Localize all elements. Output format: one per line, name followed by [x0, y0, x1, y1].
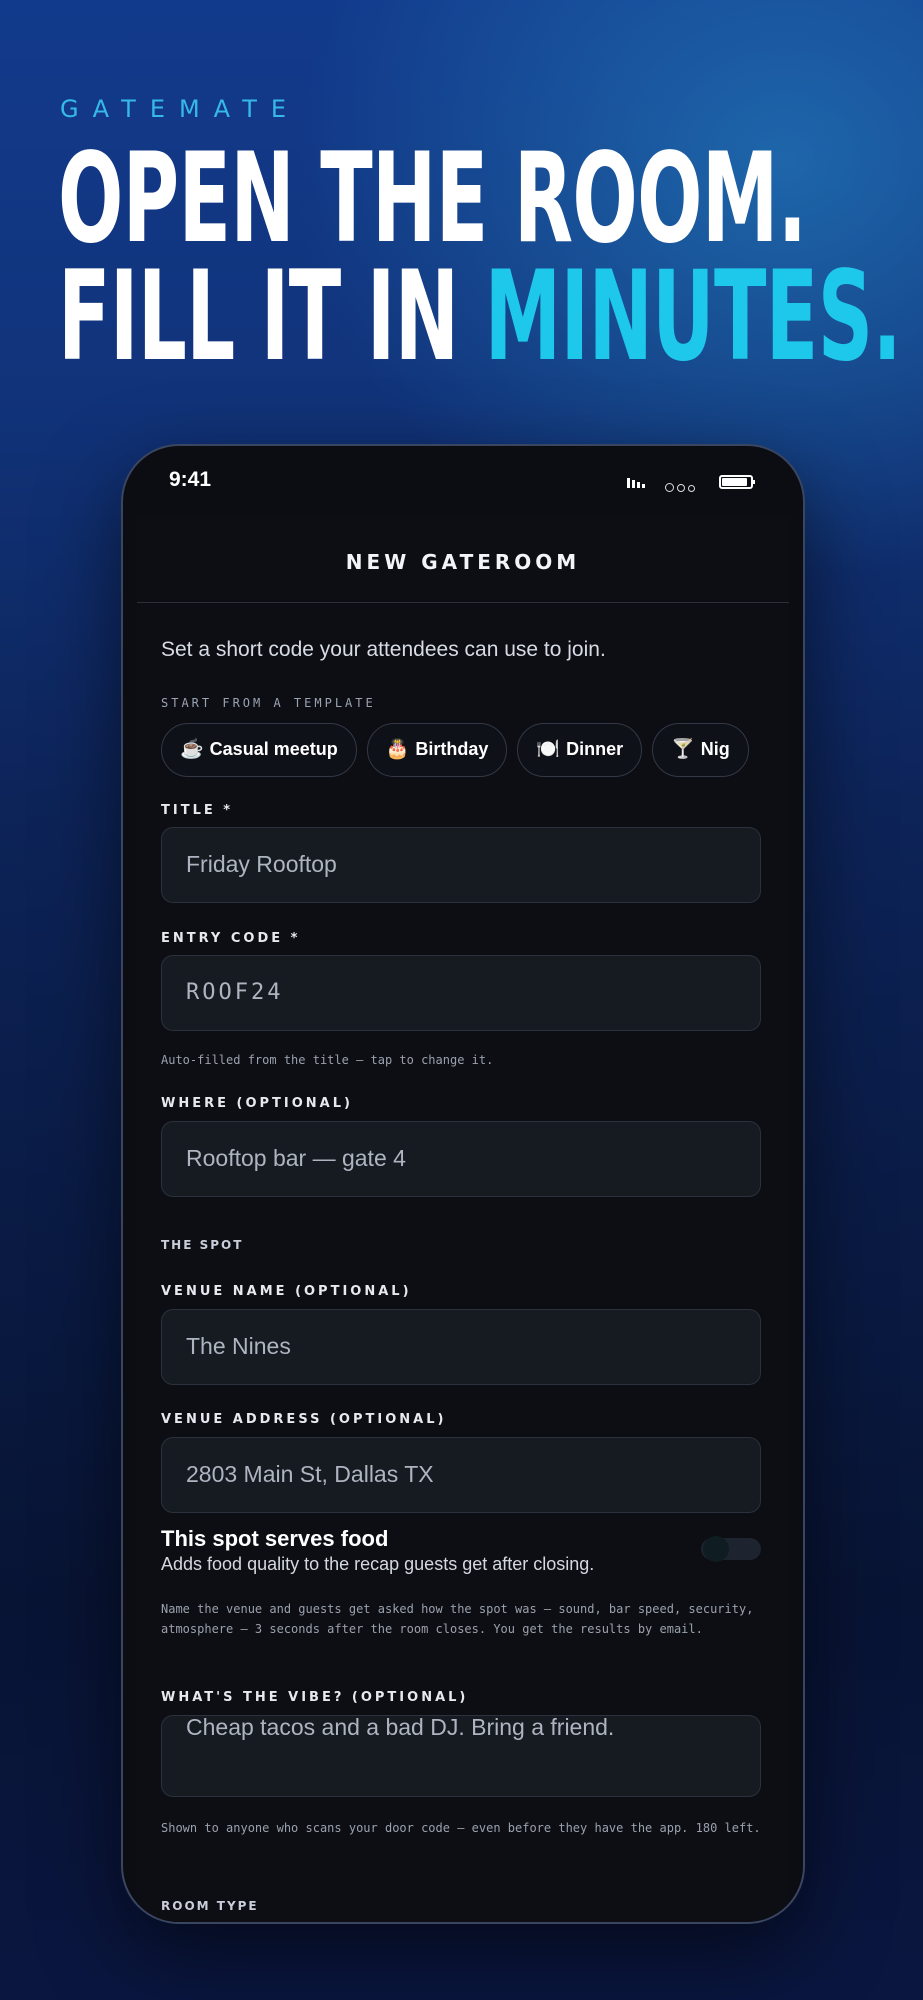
cake-icon: 🎂 — [385, 739, 410, 760]
vibe-text: Cheap tacos and a bad DJ. Bring a friend… — [186, 1714, 615, 1740]
vibe-hint: Shown to anyone who scans your door code… — [161, 1821, 761, 1835]
entry-code-input[interactable]: ROOF24 — [161, 955, 761, 1031]
template-chip-birthday[interactable]: 🎂 Birthday — [366, 723, 508, 777]
template-heading: START FROM A TEMPLATE — [161, 696, 376, 710]
headline: OPEN THE ROOM. FILL IT IN MINUTES. — [58, 127, 902, 379]
template-chips[interactable]: ☕ Casual meetup 🎂 Birthday 🍽️ Dinner 🍸 Nig — [161, 723, 761, 779]
venue-address-input[interactable]: 2803 Main St, Dallas TX — [161, 1437, 761, 1513]
template-chip-casual-meetup[interactable]: ☕ Casual meetup — [161, 723, 357, 777]
phone-mockup: 9:41 NEW GATEROOM Set a short code your … — [121, 444, 805, 1924]
venue-hint: Name the venue and guests get asked how … — [161, 1602, 754, 1636]
food-toggle-switch[interactable] — [701, 1536, 761, 1562]
title-label: TITLE * — [161, 803, 234, 818]
where-input[interactable]: Rooftop bar — gate 4 — [161, 1121, 761, 1197]
plate-icon: 🍽️ — [536, 739, 561, 760]
signal-icon — [627, 478, 647, 488]
title-input[interactable]: Friday Rooftop — [161, 827, 761, 903]
venue-name-label: VENUE NAME (OPTIONAL) — [161, 1284, 412, 1299]
status-bar: 9:41 — [123, 446, 803, 516]
coffee-icon: ☕ — [180, 739, 204, 760]
app-screen: NEW GATEROOM Set a short code your atten… — [137, 516, 789, 1922]
template-chip-night[interactable]: 🍸 Nig — [652, 723, 749, 777]
nav-divider — [137, 602, 789, 603]
headline-line-2: FILL IT IN MINUTES. — [58, 255, 902, 379]
form-lead-text: Set a short code your attendees can use … — [161, 638, 606, 661]
where-label: WHERE (OPTIONAL) — [161, 1096, 353, 1111]
headline-line-2-prefix: FILL IT IN — [58, 245, 485, 389]
brand-wordmark: GATEMATE — [60, 95, 301, 123]
spot-heading: THE SPOT — [161, 1238, 244, 1252]
food-toggle-subtitle: Adds food quality to the recap guests ge… — [161, 1554, 595, 1574]
screen-title: NEW GATEROOM — [345, 550, 581, 574]
entry-code-hint: Auto-filled from the title — tap to chan… — [161, 1053, 494, 1067]
vibe-label: WHAT'S THE VIBE? (OPTIONAL) — [161, 1690, 469, 1705]
venue-address-label: VENUE ADDRESS (OPTIONAL) — [161, 1412, 447, 1427]
venue-name-input[interactable]: The Nines — [161, 1309, 761, 1385]
headline-line-1: OPEN THE ROOM. — [58, 127, 807, 271]
room-type-heading: ROOM TYPE — [161, 1899, 259, 1913]
entry-code-label: ENTRY CODE * — [161, 931, 301, 946]
vibe-textarea[interactable]: Cheap tacos and a bad DJ. Bring a friend… — [161, 1714, 761, 1797]
wifi-dots-icon — [665, 477, 698, 496]
template-chip-label: Birthday — [415, 739, 489, 759]
cocktail-icon: 🍸 — [671, 739, 695, 760]
status-time: 9:41 — [169, 468, 212, 491]
template-chip-label: Nig — [700, 739, 730, 759]
template-chip-dinner[interactable]: 🍽️ Dinner — [517, 723, 643, 777]
food-toggle-title: This spot serves food — [161, 1526, 389, 1551]
battery-icon — [719, 475, 755, 489]
headline-line-2-accent: MINUTES. — [484, 245, 902, 389]
template-chip-label: Casual meetup — [209, 739, 338, 759]
template-chip-label: Dinner — [566, 739, 624, 759]
